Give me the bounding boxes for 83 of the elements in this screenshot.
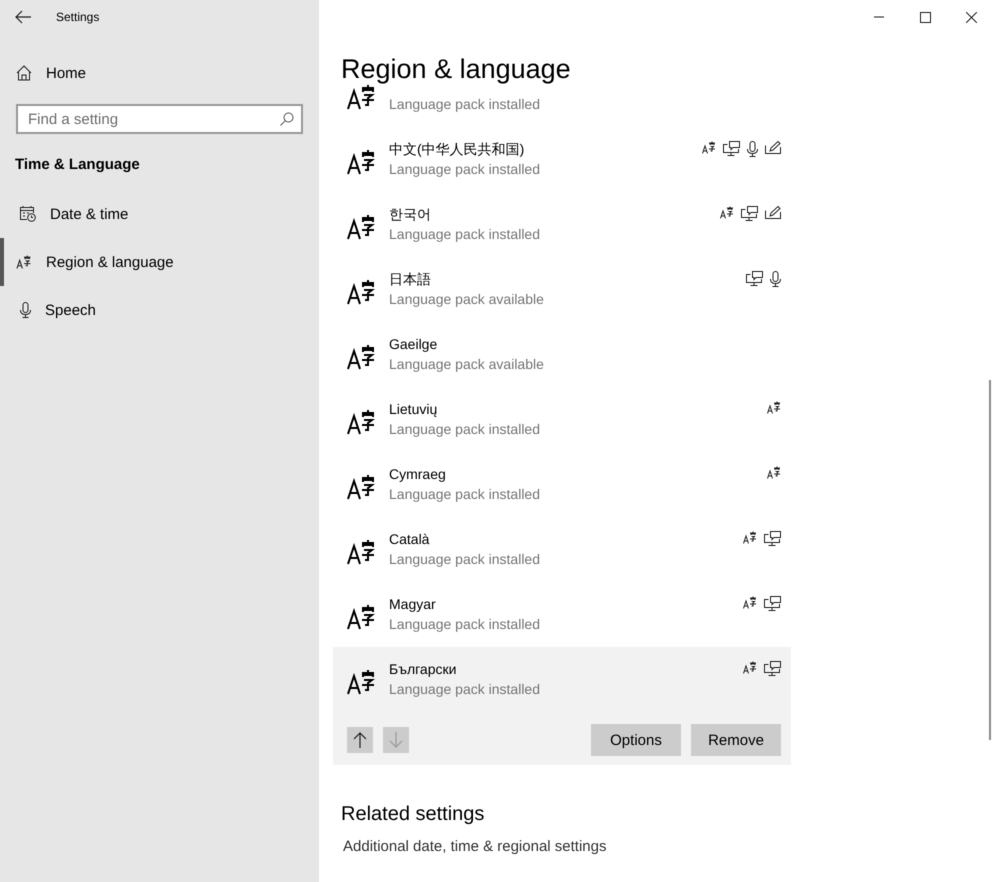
language-row[interactable]: 中文(中华人民共和国) Language pack installed bbox=[333, 127, 791, 192]
options-button[interactable]: Options bbox=[591, 724, 681, 756]
language-name: Català bbox=[389, 531, 430, 548]
language-row[interactable]: Cymraeg Language pack installed bbox=[333, 452, 791, 517]
calendar-clock-icon bbox=[20, 206, 36, 222]
microphone-icon bbox=[747, 141, 758, 157]
language-name: 한국어 bbox=[389, 206, 432, 223]
scrollbar[interactable] bbox=[989, 380, 991, 740]
language-status: Language pack available bbox=[389, 291, 545, 308]
language-status: Language pack installed bbox=[389, 161, 542, 178]
language-icon bbox=[347, 149, 375, 175]
language-icon bbox=[767, 401, 781, 414]
language-row[interactable]: Български Language pack installed Options Remove bbox=[333, 647, 791, 765]
monitor-speech-icon bbox=[764, 531, 781, 547]
section-heading: Related settings bbox=[341, 803, 486, 826]
maximize-icon bbox=[920, 12, 930, 22]
microphone-icon bbox=[770, 271, 781, 287]
remove-button[interactable]: Remove bbox=[691, 724, 781, 756]
home-link[interactable]: Home bbox=[0, 56, 319, 90]
search-field[interactable]: Find a setting bbox=[16, 104, 303, 134]
language-row[interactable]: Català Language pack installed bbox=[333, 517, 791, 582]
language-icon bbox=[347, 539, 375, 565]
nav-label: Region & language bbox=[46, 254, 174, 270]
language-icon bbox=[347, 85, 375, 110]
language-name: 中文(中华人民共和国) bbox=[389, 141, 526, 158]
home-icon bbox=[16, 65, 32, 81]
language-icon bbox=[347, 409, 375, 435]
language-name: Gaeilge bbox=[389, 336, 438, 353]
monitor-speech-icon bbox=[746, 271, 763, 287]
move-up-button[interactable] bbox=[347, 727, 373, 753]
minimize-icon bbox=[874, 16, 884, 18]
language-status: Language pack available bbox=[389, 356, 545, 373]
language-icon bbox=[347, 604, 375, 630]
language-icon bbox=[347, 214, 375, 240]
language-icon bbox=[347, 669, 375, 695]
monitor-speech-icon bbox=[764, 661, 781, 677]
language-icon bbox=[743, 531, 757, 544]
language-name: Български bbox=[389, 661, 458, 678]
language-status: Language pack installed bbox=[389, 486, 542, 503]
language-name: Cymraeg bbox=[389, 466, 447, 483]
monitor-speech-icon bbox=[764, 596, 781, 612]
language-row[interactable]: Language pack installed bbox=[333, 85, 791, 127]
language-name: Magyar bbox=[389, 596, 437, 613]
nav-item[interactable]: Speech bbox=[0, 286, 319, 334]
arrow-up-icon bbox=[353, 732, 367, 748]
pen-icon bbox=[765, 206, 781, 219]
language-name: Lietuvių bbox=[389, 401, 438, 418]
back-button[interactable] bbox=[14, 8, 32, 26]
nav-item[interactable]: Date & time bbox=[0, 190, 319, 238]
language-icon bbox=[347, 344, 375, 370]
close-icon bbox=[966, 12, 976, 22]
language-row[interactable]: Lietuvių Language pack installed bbox=[333, 387, 791, 452]
language-row[interactable]: Magyar Language pack installed bbox=[333, 582, 791, 647]
language-status: Language pack installed bbox=[389, 616, 542, 633]
section-heading: Time & Language bbox=[15, 156, 141, 173]
language-icon bbox=[16, 255, 32, 269]
language-icon bbox=[743, 596, 757, 609]
language-row[interactable]: 日本語 Language pack available bbox=[333, 257, 791, 322]
language-status: Language pack installed bbox=[389, 681, 542, 698]
arrow-down-icon bbox=[389, 732, 403, 748]
language-status: Language pack installed bbox=[389, 226, 542, 243]
language-status: Language pack installed bbox=[389, 551, 542, 568]
nav-label: Speech bbox=[45, 302, 96, 318]
language-icon bbox=[347, 279, 375, 305]
language-name: 日本語 bbox=[389, 271, 432, 288]
search-icon bbox=[280, 112, 294, 126]
window-title: Settings bbox=[56, 10, 100, 24]
language-row[interactable]: 한국어 Language pack installed bbox=[333, 192, 791, 257]
monitor-speech-icon bbox=[741, 206, 758, 222]
language-icon bbox=[702, 141, 716, 154]
monitor-speech-icon bbox=[723, 141, 740, 157]
language-status: Language pack installed bbox=[389, 421, 542, 438]
language-icon bbox=[767, 466, 781, 479]
settings-link[interactable]: Additional date, time & regional settings bbox=[343, 838, 994, 855]
language-icon bbox=[720, 206, 734, 219]
language-row[interactable]: Gaeilge Language pack available bbox=[333, 322, 791, 387]
language-icon bbox=[743, 661, 757, 674]
pen-icon bbox=[765, 141, 781, 154]
microphone-icon bbox=[20, 302, 31, 318]
nav-label: Date & time bbox=[50, 206, 128, 222]
page-title: Region & language bbox=[341, 53, 572, 85]
language-status: Language pack installed bbox=[389, 96, 542, 113]
language-icon bbox=[347, 474, 375, 500]
